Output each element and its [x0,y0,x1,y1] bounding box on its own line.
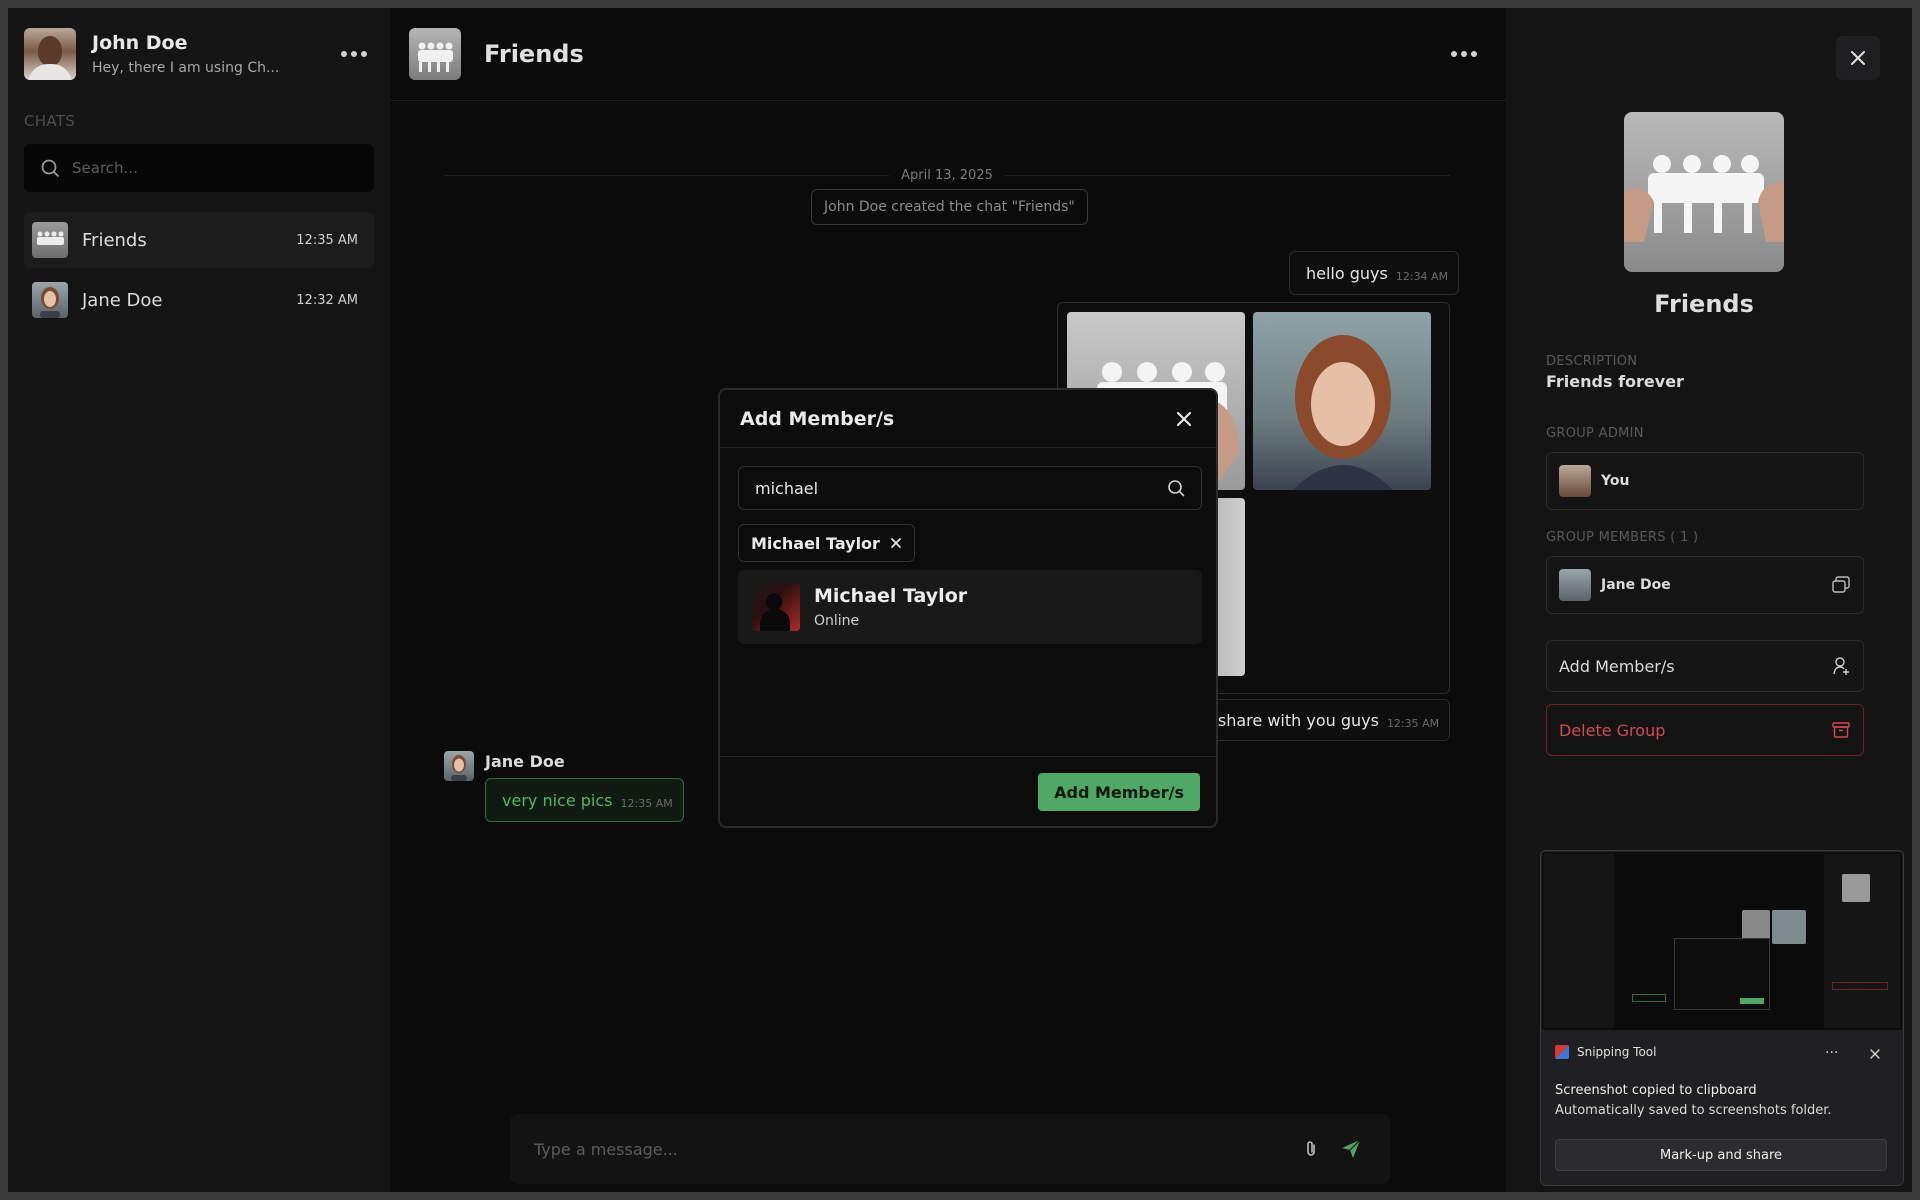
panel-close-button[interactable] [1836,36,1880,80]
add-user-icon [1833,657,1849,675]
message-input[interactable] [534,1139,1286,1159]
group-description: Friends forever [1546,372,1684,391]
chat-thumb-friends [32,222,68,258]
sender-avatar[interactable] [444,751,474,781]
chat-menu-button[interactable] [1446,42,1482,66]
chat-search[interactable] [24,144,374,192]
close-icon [891,538,901,548]
system-message: John Doe created the chat "Friends" [811,189,1088,225]
chat-time: 12:35 AM [296,232,358,248]
search-icon [41,159,59,177]
modal-close-button[interactable] [1172,407,1196,431]
member-search-input[interactable] [755,478,1167,498]
member-name: Jane Doe [1601,577,1671,593]
toast-subtitle: Automatically saved to screenshots folde… [1555,1103,1832,1118]
result-avatar [752,583,800,631]
admin-name: You [1601,473,1630,489]
group-members-label: GROUP MEMBERS ( 1 ) [1546,530,1699,545]
result-status: Online [814,613,860,629]
snipping-tool-logo-icon [1555,1045,1569,1059]
message-text: o share with you guys [1203,710,1379,730]
close-icon [1870,1049,1880,1059]
admin-avatar [1559,465,1591,497]
chip-remove-button[interactable] [890,537,902,549]
description-label: DESCRIPTION [1546,354,1638,369]
chat-item-jane-doe[interactable]: Jane Doe 12:32 AM [24,272,374,328]
chats-section-label: CHATS [24,112,76,130]
message-time: 12:35 AM [1386,716,1440,730]
chat-thumb-jane [32,282,68,318]
send-button[interactable] [1336,1134,1366,1164]
date-label: April 13, 2025 [901,167,993,183]
message-text: hello guys [1306,263,1388,283]
group-admin-label: GROUP ADMIN [1546,426,1644,441]
paperclip-icon [1307,1141,1315,1156]
group-avatar[interactable] [409,28,461,80]
member-search[interactable] [738,466,1202,510]
chat-item-friends[interactable]: Friends 12:35 AM [24,212,374,268]
chat-title: Friends [484,40,584,68]
modal-footer: Add Member/s [720,756,1216,826]
toast-close-button[interactable] [1869,1045,1881,1064]
message-outgoing[interactable]: o share with you guys 12:35 AM [1186,699,1451,741]
admin-card[interactable]: You [1546,452,1864,510]
message-member-icon[interactable] [1831,575,1851,595]
attach-button[interactable] [1296,1134,1326,1164]
message-time: 12:35 AM [620,796,673,810]
delete-group-label: Delete Group [1559,720,1666,740]
toast-more-button[interactable]: ··· [1825,1045,1838,1061]
user-status: Hey, there I am using Ch... [92,60,280,76]
chat-name: Friends [82,229,147,251]
search-result-item[interactable]: Michael Taylor Online [738,570,1202,644]
toast-app-header: Snipping Tool [1555,1045,1656,1059]
gallery-image-portrait[interactable] [1253,312,1431,490]
search-icon [1168,480,1185,497]
add-members-modal: Add Member/s Michael Taylor Michael Tayl… [718,388,1218,828]
sidebar: John Doe Hey, there I am using Ch... CHA… [8,8,390,1192]
modal-title: Add Member/s [740,407,895,430]
result-name: Michael Taylor [814,585,968,607]
snipping-tool-notification: Snipping Tool ··· Screenshot copied to c… [1540,850,1904,1186]
message-composer [510,1114,1390,1184]
member-avatar [1559,569,1591,601]
send-icon [1342,1139,1361,1158]
markup-and-share-button[interactable]: Mark-up and share [1555,1139,1887,1171]
add-member-label: Add Member/s [1559,656,1675,676]
close-icon [1176,411,1192,426]
group-name: Friends [1654,290,1754,318]
message-text: very nice pics [502,790,613,810]
chat-time: 12:32 AM [296,292,358,308]
date-divider: April 13, 2025 [444,165,1450,185]
toast-title: Screenshot copied to clipboard [1555,1083,1757,1098]
message-outgoing[interactable]: hello guys 12:34 AM [1289,251,1460,295]
chat-name: Jane Doe [82,289,163,311]
group-image[interactable] [1624,112,1784,272]
close-icon [1851,51,1865,65]
chat-search-input[interactable] [72,159,352,177]
modal-header: Add Member/s [720,390,1216,448]
archive-icon [1832,722,1850,738]
screenshot-thumbnail[interactable] [1542,852,1902,1030]
add-member-button[interactable]: Add Member/s [1546,640,1864,692]
user-name: John Doe [92,32,188,54]
sender-name: Jane Doe [485,752,565,771]
member-card-jane-doe[interactable]: Jane Doe [1546,556,1864,614]
user-avatar[interactable] [24,28,76,80]
chat-header: Friends [390,8,1506,101]
toast-app-name: Snipping Tool [1577,1045,1657,1059]
sidebar-menu-button[interactable] [336,42,372,66]
message-time: 12:34 AM [1395,269,1449,283]
chip-label: Michael Taylor [751,533,880,553]
delete-group-button[interactable]: Delete Group [1546,704,1864,756]
add-members-submit-button[interactable]: Add Member/s [1038,773,1200,811]
selected-member-chip: Michael Taylor [738,524,915,562]
message-incoming[interactable]: very nice pics 12:35 AM [485,778,684,822]
